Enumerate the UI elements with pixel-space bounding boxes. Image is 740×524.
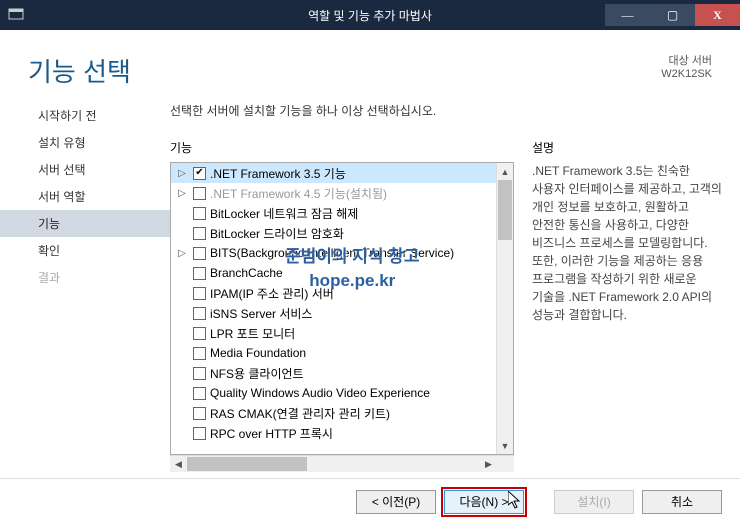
next-button[interactable]: 다음(N) > bbox=[444, 490, 524, 514]
scroll-left-icon[interactable]: ◀ bbox=[170, 456, 187, 472]
scroll-down-icon[interactable]: ▼ bbox=[497, 437, 513, 454]
feature-row[interactable]: ▷ BITS(Background Intelligent Transfer Se… bbox=[171, 243, 496, 263]
sidebar-item-6: 결과 bbox=[0, 264, 170, 291]
feature-checkbox[interactable] bbox=[193, 347, 206, 360]
feature-row[interactable]: NFS용 클라이언트 bbox=[171, 363, 496, 383]
feature-label: BranchCache bbox=[210, 266, 283, 280]
feature-label: BitLocker 드라이브 암호화 bbox=[210, 225, 344, 242]
feature-label: .NET Framework 3.5 기능 bbox=[210, 165, 346, 182]
feature-row[interactable]: IPAM(IP 주소 관리) 서버 bbox=[171, 283, 496, 303]
scroll-up-icon[interactable]: ▲ bbox=[497, 163, 513, 180]
window-title: 역할 및 기능 추가 마법사 bbox=[308, 7, 432, 24]
feature-label: Quality Windows Audio Video Experience bbox=[210, 386, 430, 400]
feature-row[interactable]: ▷ .NET Framework 3.5 기능 bbox=[171, 163, 496, 183]
feature-row[interactable]: LPR 포트 모니터 bbox=[171, 323, 496, 343]
feature-checkbox[interactable] bbox=[193, 407, 206, 420]
feature-checkbox[interactable] bbox=[193, 167, 206, 180]
minimize-button[interactable]: — bbox=[605, 4, 650, 26]
vertical-scrollbar[interactable]: ▲ ▼ bbox=[496, 163, 513, 454]
feature-checkbox[interactable] bbox=[193, 307, 206, 320]
instruction-text: 선택한 서버에 설치할 기능을 하나 이상 선택하십시오. bbox=[170, 102, 722, 119]
app-icon bbox=[8, 6, 26, 24]
cancel-button[interactable]: 취소 bbox=[642, 490, 722, 514]
feature-label: RPC over HTTP 프록시 bbox=[210, 425, 333, 442]
feature-row[interactable]: ▷ .NET Framework 4.5 기능(설치됨) bbox=[171, 183, 496, 203]
feature-label: .NET Framework 4.5 기능(설치됨) bbox=[210, 185, 387, 202]
sidebar-item-4[interactable]: 기능 bbox=[0, 210, 170, 237]
scroll-right-icon[interactable]: ▶ bbox=[480, 456, 497, 472]
sidebar-item-2[interactable]: 서버 선택 bbox=[0, 156, 170, 183]
previous-button[interactable]: < 이전(P) bbox=[356, 490, 436, 514]
features-tree[interactable]: ▷ .NET Framework 3.5 기능 ▷ .NET Framework 4.… bbox=[171, 163, 496, 454]
feature-label: BITS(Background Intelligent Transfer Ser… bbox=[210, 246, 454, 260]
feature-label: RAS CMAK(연결 관리자 관리 키트) bbox=[210, 405, 390, 422]
feature-row[interactable]: RPC over HTTP 프록시 bbox=[171, 423, 496, 443]
horizontal-scrollbar[interactable]: ◀ ▶ bbox=[170, 455, 514, 472]
feature-row[interactable]: BitLocker 네트워크 잠금 해제 bbox=[171, 203, 496, 223]
feature-row[interactable]: Quality Windows Audio Video Experience bbox=[171, 383, 496, 403]
page-title: 기능 선택 bbox=[28, 52, 131, 89]
target-label: 대상 서버 bbox=[661, 52, 712, 68]
feature-checkbox[interactable] bbox=[193, 247, 206, 260]
scroll-thumb[interactable] bbox=[498, 180, 512, 240]
sidebar-item-1[interactable]: 설치 유형 bbox=[0, 129, 170, 156]
feature-label: Media Foundation bbox=[210, 346, 306, 360]
target-value: W2K12SK bbox=[661, 68, 712, 80]
scroll-corner bbox=[497, 456, 514, 472]
description-label: 설명 bbox=[532, 139, 722, 156]
expand-icon[interactable]: ▷ bbox=[175, 188, 189, 199]
feature-checkbox[interactable] bbox=[193, 387, 206, 400]
feature-checkbox[interactable] bbox=[193, 227, 206, 240]
feature-checkbox[interactable] bbox=[193, 427, 206, 440]
sidebar-item-0[interactable]: 시작하기 전 bbox=[0, 102, 170, 129]
feature-checkbox[interactable] bbox=[193, 327, 206, 340]
feature-checkbox[interactable] bbox=[193, 367, 206, 380]
feature-label: iSNS Server 서비스 bbox=[210, 305, 312, 322]
feature-row[interactable]: BranchCache bbox=[171, 263, 496, 283]
feature-label: LPR 포트 모니터 bbox=[210, 325, 295, 342]
description-text: .NET Framework 3.5는 친숙한 사용자 인터페이스를 제공하고,… bbox=[532, 162, 722, 324]
feature-row[interactable]: iSNS Server 서비스 bbox=[171, 303, 496, 323]
wizard-sidebar: 시작하기 전설치 유형서버 선택서버 역할기능확인결과 bbox=[0, 97, 170, 472]
feature-row[interactable]: RAS CMAK(연결 관리자 관리 키트) bbox=[171, 403, 496, 423]
feature-checkbox[interactable] bbox=[193, 267, 206, 280]
maximize-button[interactable]: ▢ bbox=[650, 4, 695, 26]
feature-label: NFS용 클라이언트 bbox=[210, 365, 304, 382]
install-button: 설치(I) bbox=[554, 490, 634, 514]
feature-label: IPAM(IP 주소 관리) 서버 bbox=[210, 285, 334, 302]
close-button[interactable]: X bbox=[695, 4, 740, 26]
feature-checkbox[interactable] bbox=[193, 287, 206, 300]
feature-row[interactable]: Media Foundation bbox=[171, 343, 496, 363]
expand-icon[interactable]: ▷ bbox=[175, 168, 189, 179]
feature-label: BitLocker 네트워크 잠금 해제 bbox=[210, 205, 358, 222]
sidebar-item-3[interactable]: 서버 역할 bbox=[0, 183, 170, 210]
sidebar-item-5[interactable]: 확인 bbox=[0, 237, 170, 264]
scroll-thumb-h[interactable] bbox=[187, 457, 307, 471]
features-label: 기능 bbox=[170, 139, 514, 156]
feature-checkbox[interactable] bbox=[193, 207, 206, 220]
expand-icon[interactable]: ▷ bbox=[175, 248, 189, 259]
feature-row[interactable]: BitLocker 드라이브 암호화 bbox=[171, 223, 496, 243]
feature-checkbox[interactable] bbox=[193, 187, 206, 200]
